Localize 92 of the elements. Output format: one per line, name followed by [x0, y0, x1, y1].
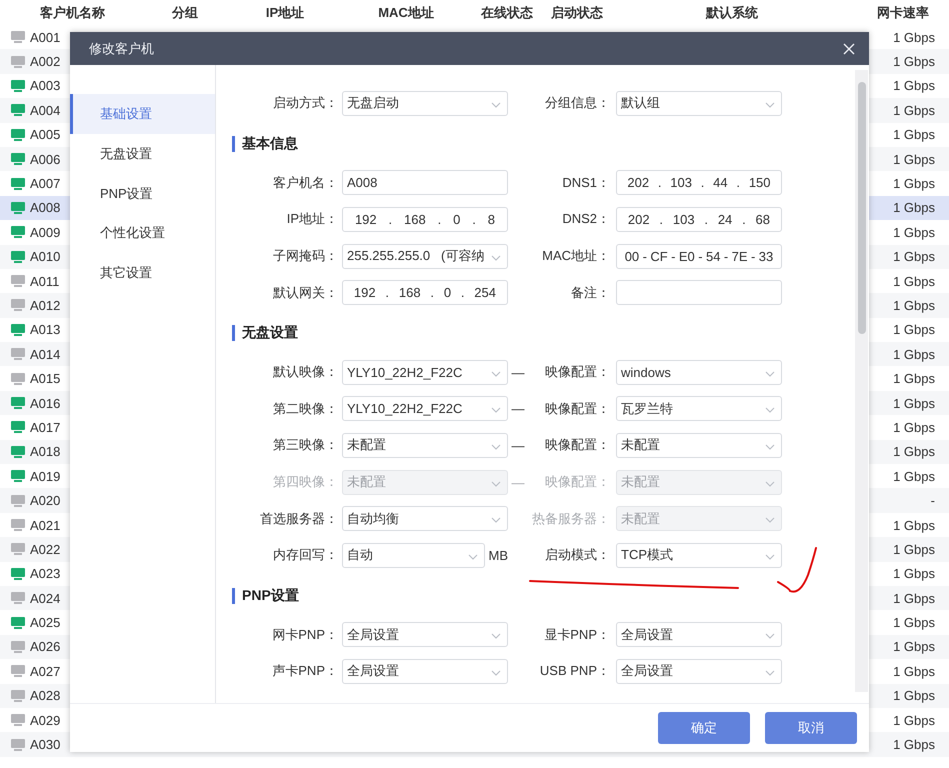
- field-label: IP地址：: [286, 210, 338, 228]
- client-name: A009: [30, 224, 60, 240]
- dialog-title: 修改客户机: [89, 40, 154, 58]
- field-label: 默认网关：: [272, 284, 338, 302]
- field-label: 映像配置：: [544, 400, 610, 418]
- field-label: MAC地址：: [541, 247, 610, 266]
- nic-speed: 1 Gbps: [892, 127, 936, 142]
- nic-speed: 1 Gbps: [892, 371, 936, 386]
- nic-speed: 1 Gbps: [892, 737, 936, 752]
- client-name: A006: [30, 152, 60, 167]
- field-label: 客户机名：: [272, 174, 338, 192]
- client-name: A016: [30, 396, 60, 411]
- client-name: A019: [30, 468, 60, 484]
- field-label: 映像配置：: [544, 436, 610, 454]
- client-name: A002: [30, 54, 60, 70]
- client-name: A007: [30, 176, 60, 192]
- nic-speed: 1 Gbps: [892, 298, 936, 313]
- dash-separator: —: [512, 474, 524, 490]
- field-label: 分组信息：: [544, 94, 610, 112]
- nic-speed: 1 Gbps: [892, 54, 936, 70]
- client-name: A027: [30, 664, 60, 679]
- client-name: A017: [30, 420, 60, 435]
- client-name: A001: [30, 30, 60, 45]
- nic-speed: 1 Gbps: [892, 664, 936, 679]
- nic-speed: 1 Gbps: [892, 615, 936, 630]
- client-name: A012: [30, 298, 60, 313]
- nic-speed: 1 Gbps: [892, 249, 936, 264]
- nic-speed: 1 Gbps: [892, 30, 936, 45]
- client-name: A015: [30, 371, 60, 386]
- client-name: A026: [30, 639, 60, 654]
- nic-speed: 1 Gbps: [892, 224, 936, 240]
- nic-speed: 1 Gbps: [892, 712, 936, 728]
- field-label: 启动模式：: [544, 546, 610, 564]
- field-label: 第二映像：: [272, 400, 338, 418]
- nic-speed: 1 Gbps: [892, 102, 936, 118]
- field-label: 热备服务器：: [531, 510, 610, 528]
- field-label: 启动方式：: [272, 94, 338, 112]
- client-name: A021: [30, 518, 60, 532]
- field-label: 默认映像：: [272, 363, 338, 382]
- nic-speed: 1 Gbps: [892, 322, 936, 338]
- unit-label: MB: [488, 548, 508, 563]
- field-label: 网卡PNP：: [271, 626, 338, 644]
- field-label: 第三映像：: [272, 436, 338, 454]
- field-label: USB PNP：: [538, 662, 610, 680]
- nic-speed: 1 Gbps: [892, 542, 936, 557]
- field-label: 第四映像：: [272, 473, 338, 492]
- client-name: A030: [30, 737, 60, 752]
- field-label: 内存回写：: [272, 546, 338, 564]
- field-label: DNS1：: [561, 174, 610, 192]
- client-name: A029: [30, 712, 60, 728]
- client-name: A018: [30, 444, 60, 460]
- client-name: A014: [30, 346, 60, 362]
- client-name: A025: [30, 615, 60, 630]
- client-name: A028: [30, 688, 60, 704]
- client-name: A011: [30, 274, 60, 289]
- nic-speed: 1 Gbps: [892, 444, 936, 460]
- field-label: 首选服务器：: [259, 510, 338, 528]
- nic-speed: 1 Gbps: [892, 200, 936, 216]
- nic-speed: 1 Gbps: [892, 346, 936, 362]
- nic-speed: 1 Gbps: [892, 78, 936, 94]
- nic-speed: 1 Gbps: [892, 566, 936, 582]
- nic-speed: 1 Gbps: [892, 396, 936, 411]
- nic-speed: 1 Gbps: [892, 274, 936, 289]
- nic-speed: 1 Gbps: [892, 176, 936, 192]
- dash-separator: —: [512, 438, 524, 453]
- field-label: 映像配置：: [544, 363, 610, 382]
- field-label: DNS2：: [561, 210, 610, 228]
- field-label: 映像配置：: [544, 473, 610, 492]
- nic-speed: 1 Gbps: [892, 420, 936, 435]
- client-name: A023: [30, 566, 60, 582]
- nic-speed: 1 Gbps: [892, 468, 936, 484]
- nic-speed: 1 Gbps: [892, 152, 936, 167]
- nic-speed: -: [930, 493, 936, 508]
- dash-separator: —: [512, 401, 524, 416]
- client-name: A010: [30, 249, 60, 264]
- nic-speed: 1 Gbps: [892, 639, 936, 654]
- nic-speed: 1 Gbps: [892, 688, 936, 704]
- field-label: 子网掩码：: [272, 247, 338, 266]
- client-name: A005: [30, 127, 60, 142]
- field-label: 声卡PNP：: [271, 662, 338, 680]
- client-name: A003: [30, 78, 60, 94]
- nic-speed: 1 Gbps: [892, 590, 936, 606]
- client-name: A024: [30, 590, 60, 606]
- field-label: 显卡PNP：: [543, 626, 610, 644]
- client-name: A013: [30, 322, 60, 338]
- client-name: A008: [30, 200, 60, 216]
- nic-speed: 1 Gbps: [892, 518, 936, 532]
- client-name: A022: [30, 542, 60, 557]
- client-name: A004: [30, 102, 60, 118]
- dash-separator: —: [512, 364, 524, 380]
- client-name: A020: [30, 493, 60, 508]
- field-label: 备注：: [570, 284, 610, 302]
